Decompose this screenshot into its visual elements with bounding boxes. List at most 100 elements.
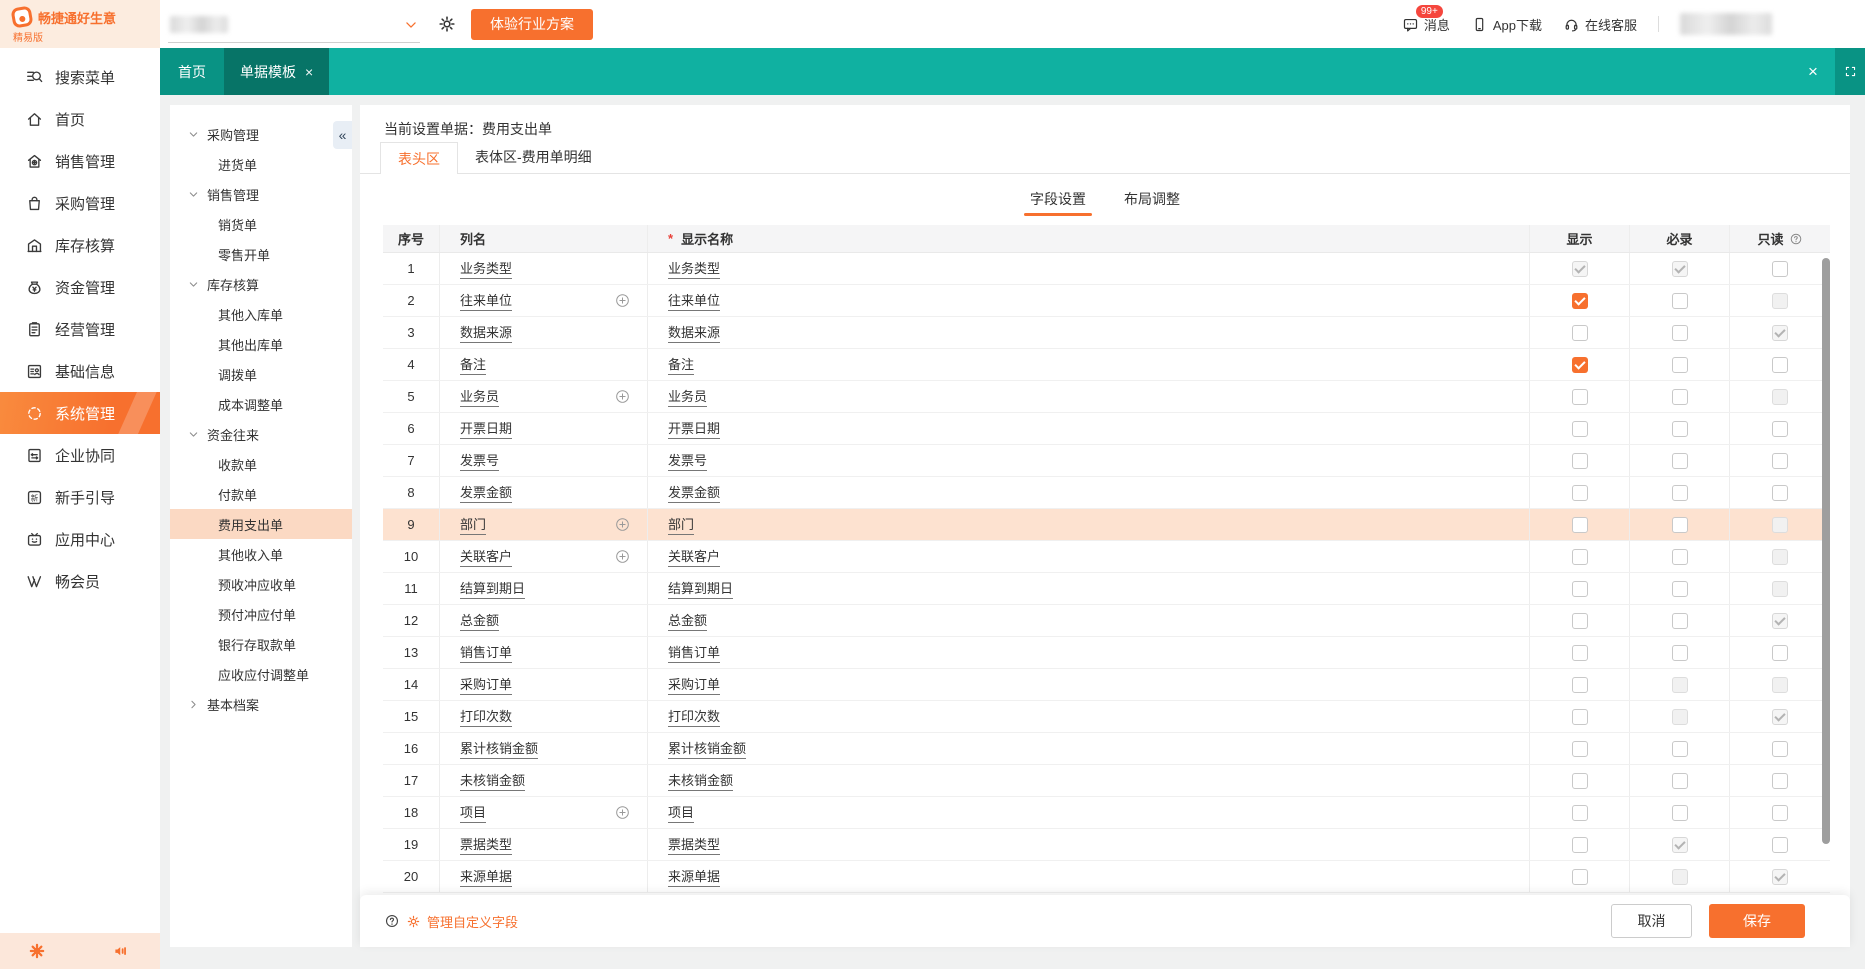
save-button[interactable]: 保存 xyxy=(1709,904,1805,938)
plus-circle-icon[interactable] xyxy=(614,388,631,405)
checkbox-readonly[interactable] xyxy=(1772,740,1788,757)
table-row[interactable]: 3 数据来源 数据来源 xyxy=(383,317,1830,349)
tree-item[interactable]: 银行存取款单 xyxy=(170,629,352,659)
checkbox-required[interactable] xyxy=(1671,388,1688,405)
messages-button[interactable]: 99+ 消息 xyxy=(1402,3,1450,34)
checkbox-required[interactable] xyxy=(1671,580,1688,597)
table-row[interactable]: 6 开票日期 开票日期 xyxy=(383,413,1830,445)
table-row[interactable]: 13 销售订单 销售订单 xyxy=(383,637,1830,669)
checkbox-required[interactable] xyxy=(1671,772,1688,789)
sidebar-item-basicinfo[interactable]: 基础信息 xyxy=(0,350,160,392)
tree-item[interactable]: 应收应付调整单 xyxy=(170,659,352,689)
checkbox-required[interactable] xyxy=(1671,644,1688,661)
tree-item[interactable]: 进货单 xyxy=(170,149,352,179)
display-name-text[interactable]: 数据来源 xyxy=(668,322,721,343)
checkbox-show[interactable] xyxy=(1571,804,1588,821)
close-tab-icon[interactable]: × xyxy=(305,65,313,79)
checkbox-readonly[interactable] xyxy=(1772,420,1788,437)
tree-item-selected[interactable]: 费用支出单 xyxy=(170,509,352,539)
tree-group[interactable]: 采购管理 xyxy=(170,119,352,149)
checkbox-show[interactable] xyxy=(1571,836,1588,853)
display-name-text[interactable]: 开票日期 xyxy=(668,418,721,439)
checkbox-readonly[interactable] xyxy=(1772,836,1788,853)
display-name-text[interactable]: 项目 xyxy=(668,802,695,823)
checkbox-required[interactable] xyxy=(1671,548,1688,565)
table-row[interactable]: 17 未核销金额 未核销金额 xyxy=(383,765,1830,797)
fullscreen-button[interactable] xyxy=(1835,48,1865,95)
display-name-text[interactable]: 销售订单 xyxy=(668,642,721,663)
table-row[interactable]: 7 发票号 发票号 xyxy=(383,445,1830,477)
tree-item[interactable]: 付款单 xyxy=(170,479,352,509)
checkbox-required[interactable] xyxy=(1671,740,1688,757)
table-row[interactable]: 19 票据类型 票据类型 xyxy=(383,829,1830,861)
checkbox-show[interactable] xyxy=(1571,356,1588,373)
gear-icon[interactable] xyxy=(437,14,457,34)
display-name-text[interactable]: 往来单位 xyxy=(668,290,721,311)
table-row[interactable]: 16 累计核销金额 累计核销金额 xyxy=(383,733,1830,765)
checkbox-show[interactable] xyxy=(1571,612,1588,629)
collapse-panel-button[interactable]: « xyxy=(333,121,352,149)
checkbox-required[interactable] xyxy=(1671,452,1688,469)
table-row[interactable]: 5 业务员 业务员 xyxy=(383,381,1830,413)
sidebar-item-business[interactable]: 经营管理 xyxy=(0,308,160,350)
manage-custom-fields-link[interactable]: 管理自定义字段 xyxy=(427,912,518,931)
help-icon[interactable] xyxy=(384,913,400,929)
checkbox-show[interactable] xyxy=(1571,580,1588,597)
tab-field-settings[interactable]: 字段设置 xyxy=(1024,189,1092,216)
tab-layout-settings[interactable]: 布局调整 xyxy=(1124,189,1180,216)
sidebar-item-funds[interactable]: 资金管理 xyxy=(0,266,160,308)
tree-item[interactable]: 收款单 xyxy=(170,449,352,479)
checkbox-readonly[interactable] xyxy=(1772,260,1788,277)
display-name-text[interactable]: 发票号 xyxy=(668,450,708,471)
table-row[interactable]: 15 打印次数 打印次数 xyxy=(383,701,1830,733)
tab-document-template[interactable]: 单据模板 × xyxy=(224,48,330,95)
tree-item[interactable]: 其他收入单 xyxy=(170,539,352,569)
display-name-text[interactable]: 票据类型 xyxy=(668,834,721,855)
checkbox-readonly[interactable] xyxy=(1772,772,1788,789)
display-name-text[interactable]: 关联客户 xyxy=(668,546,721,567)
user-account-redacted[interactable] xyxy=(1680,13,1772,35)
scrollbar-thumb[interactable] xyxy=(1822,258,1830,844)
table-row[interactable]: 2 往来单位 往来单位 xyxy=(383,285,1830,317)
tree-group[interactable]: 基本档案 xyxy=(170,689,352,719)
tree-item[interactable]: 其他出库单 xyxy=(170,329,352,359)
display-name-text[interactable]: 未核销金额 xyxy=(668,770,734,791)
tree-item[interactable]: 其他入库单 xyxy=(170,299,352,329)
plus-circle-icon[interactable] xyxy=(614,548,631,565)
plus-circle-icon[interactable] xyxy=(614,804,631,821)
checkbox-required[interactable] xyxy=(1671,612,1688,629)
tab-body-region[interactable]: 表体区-费用单明细 xyxy=(458,141,609,173)
cancel-button[interactable]: 取消 xyxy=(1611,904,1692,938)
table-row[interactable]: 1 业务类型 业务类型 xyxy=(383,253,1830,285)
brand-logo[interactable]: 畅捷通好生意 精易版 xyxy=(0,0,160,48)
display-name-text[interactable]: 打印次数 xyxy=(668,706,721,727)
sidebar-item-sales[interactable]: 销售管理 xyxy=(0,140,160,182)
tree-item[interactable]: 成本调整单 xyxy=(170,389,352,419)
display-name-text[interactable]: 备注 xyxy=(668,354,695,375)
checkbox-show[interactable] xyxy=(1571,644,1588,661)
checkbox-readonly[interactable] xyxy=(1772,356,1788,373)
tree-item[interactable]: 销货单 xyxy=(170,209,352,239)
sidebar-item-system[interactable]: 系统管理 xyxy=(0,392,160,434)
tab-header-region[interactable]: 表头区 xyxy=(380,142,458,174)
checkbox-show[interactable] xyxy=(1571,484,1588,501)
sidebar-item-guide[interactable]: 新 新手引导 xyxy=(0,476,160,518)
checkbox-required[interactable] xyxy=(1671,292,1688,309)
checkbox-show[interactable] xyxy=(1571,516,1588,533)
table-row[interactable]: 9 部门 部门 xyxy=(383,509,1830,541)
checkbox-show[interactable] xyxy=(1571,324,1588,341)
table-row[interactable]: 12 总金额 总金额 xyxy=(383,605,1830,637)
tree-item[interactable]: 调拨单 xyxy=(170,359,352,389)
checkbox-required[interactable] xyxy=(1671,804,1688,821)
table-row[interactable]: 20 来源单据 来源单据 xyxy=(383,861,1830,893)
checkbox-readonly[interactable] xyxy=(1772,484,1788,501)
sidebar-item-collab[interactable]: 企业协同 xyxy=(0,434,160,476)
tree-group[interactable]: 销售管理 xyxy=(170,179,352,209)
display-name-text[interactable]: 发票金额 xyxy=(668,482,721,503)
sidebar-item-search[interactable]: 搜索菜单 xyxy=(0,56,160,98)
checkbox-readonly[interactable] xyxy=(1772,644,1788,661)
checkbox-show[interactable] xyxy=(1571,676,1588,693)
display-name-text[interactable]: 累计核销金额 xyxy=(668,738,747,759)
company-selector-dropdown[interactable] xyxy=(168,9,420,43)
checkbox-show[interactable] xyxy=(1571,452,1588,469)
